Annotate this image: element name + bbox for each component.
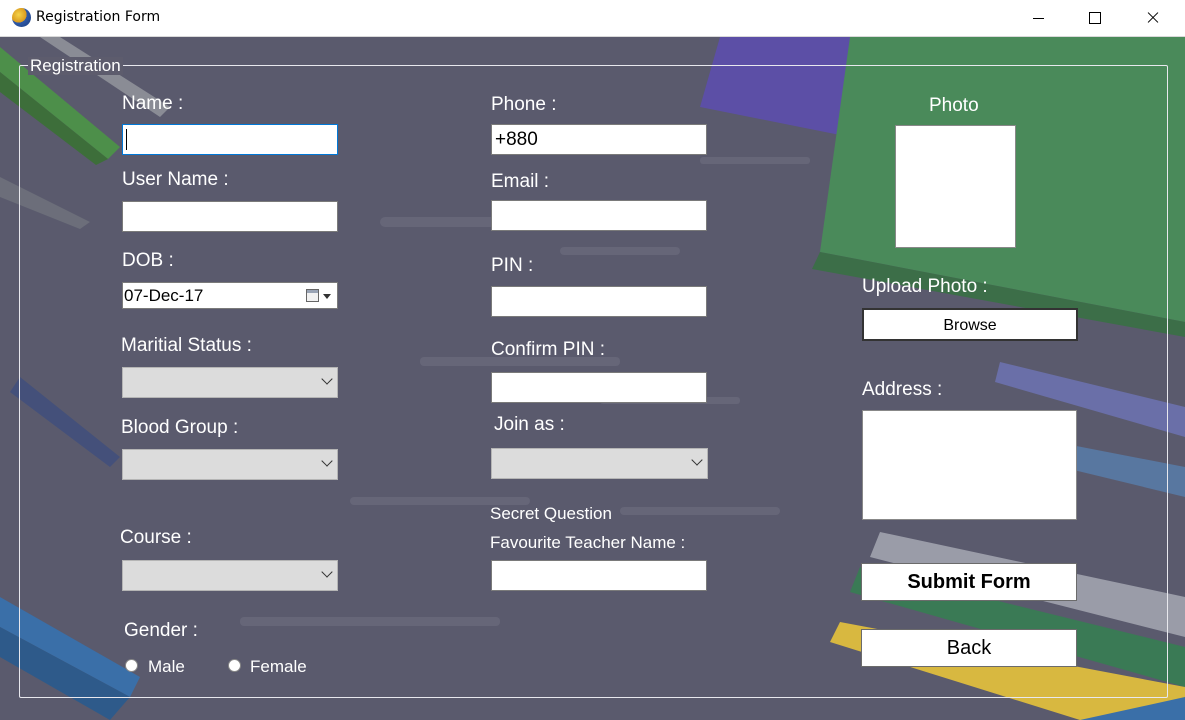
name-label: Name :	[122, 93, 184, 114]
course-label: Course :	[120, 527, 192, 548]
gender-female-radio[interactable]	[228, 659, 241, 672]
chevron-down-icon	[321, 566, 333, 578]
photo-preview	[895, 125, 1016, 248]
gender-male-radio[interactable]	[125, 659, 138, 672]
submit-form-button[interactable]: Submit Form	[861, 563, 1077, 601]
address-label: Address :	[862, 379, 943, 400]
chevron-down-icon[interactable]	[323, 294, 331, 299]
minimize-button[interactable]	[1008, 0, 1066, 36]
marital-status-label: Maritial Status :	[121, 335, 252, 356]
form-client-area: Registration Name : User Name : DOB : 07…	[0, 37, 1185, 720]
gender-male-label[interactable]: Male	[148, 657, 185, 677]
course-select[interactable]	[122, 560, 338, 591]
browse-button[interactable]: Browse	[862, 308, 1078, 341]
text-caret	[126, 129, 127, 150]
join-as-label: Join as :	[494, 414, 565, 435]
email-label: Email :	[491, 171, 550, 192]
calendar-icon[interactable]	[306, 289, 319, 302]
chevron-down-icon	[321, 373, 333, 385]
confirm-pin-label: Confirm PIN :	[491, 339, 606, 360]
favourite-teacher-input[interactable]	[491, 560, 707, 591]
close-button[interactable]	[1124, 0, 1182, 36]
gender-female-label[interactable]: Female	[250, 657, 307, 677]
name-input[interactable]	[122, 124, 338, 155]
upload-photo-label: Upload Photo :	[862, 276, 988, 297]
registration-legend: Registration	[28, 56, 123, 75]
gender-label: Gender :	[124, 620, 198, 641]
app-icon	[12, 8, 31, 27]
blood-group-label: Blood Group :	[121, 417, 239, 438]
secret-question-label: Secret Question	[490, 504, 612, 523]
phone-input[interactable]: +880	[491, 124, 707, 155]
window-title: Registration Form	[36, 9, 161, 25]
maximize-button[interactable]	[1066, 0, 1124, 36]
confirm-pin-input[interactable]	[491, 372, 707, 403]
chevron-down-icon	[321, 455, 333, 467]
blood-group-select[interactable]	[122, 449, 338, 480]
title-bar: Registration Form	[0, 0, 1185, 37]
phone-label: Phone :	[491, 94, 557, 115]
pin-label: PIN :	[491, 255, 534, 276]
username-label: User Name :	[122, 169, 229, 190]
address-textarea[interactable]	[862, 410, 1077, 520]
username-input[interactable]	[122, 201, 338, 232]
photo-label: Photo	[929, 95, 979, 116]
favourite-teacher-label: Favourite Teacher Name :	[490, 533, 686, 552]
back-button[interactable]: Back	[861, 629, 1077, 667]
dob-label: DOB :	[122, 250, 174, 271]
dob-date-picker[interactable]: 07-Dec-17	[122, 282, 338, 309]
phone-input-value: +880	[495, 129, 538, 150]
email-input[interactable]	[491, 200, 707, 231]
dob-value: 07-Dec-17	[124, 286, 204, 305]
chevron-down-icon	[691, 454, 703, 466]
pin-input[interactable]	[491, 286, 707, 317]
join-as-select[interactable]	[491, 448, 708, 479]
marital-status-select[interactable]	[122, 367, 338, 398]
